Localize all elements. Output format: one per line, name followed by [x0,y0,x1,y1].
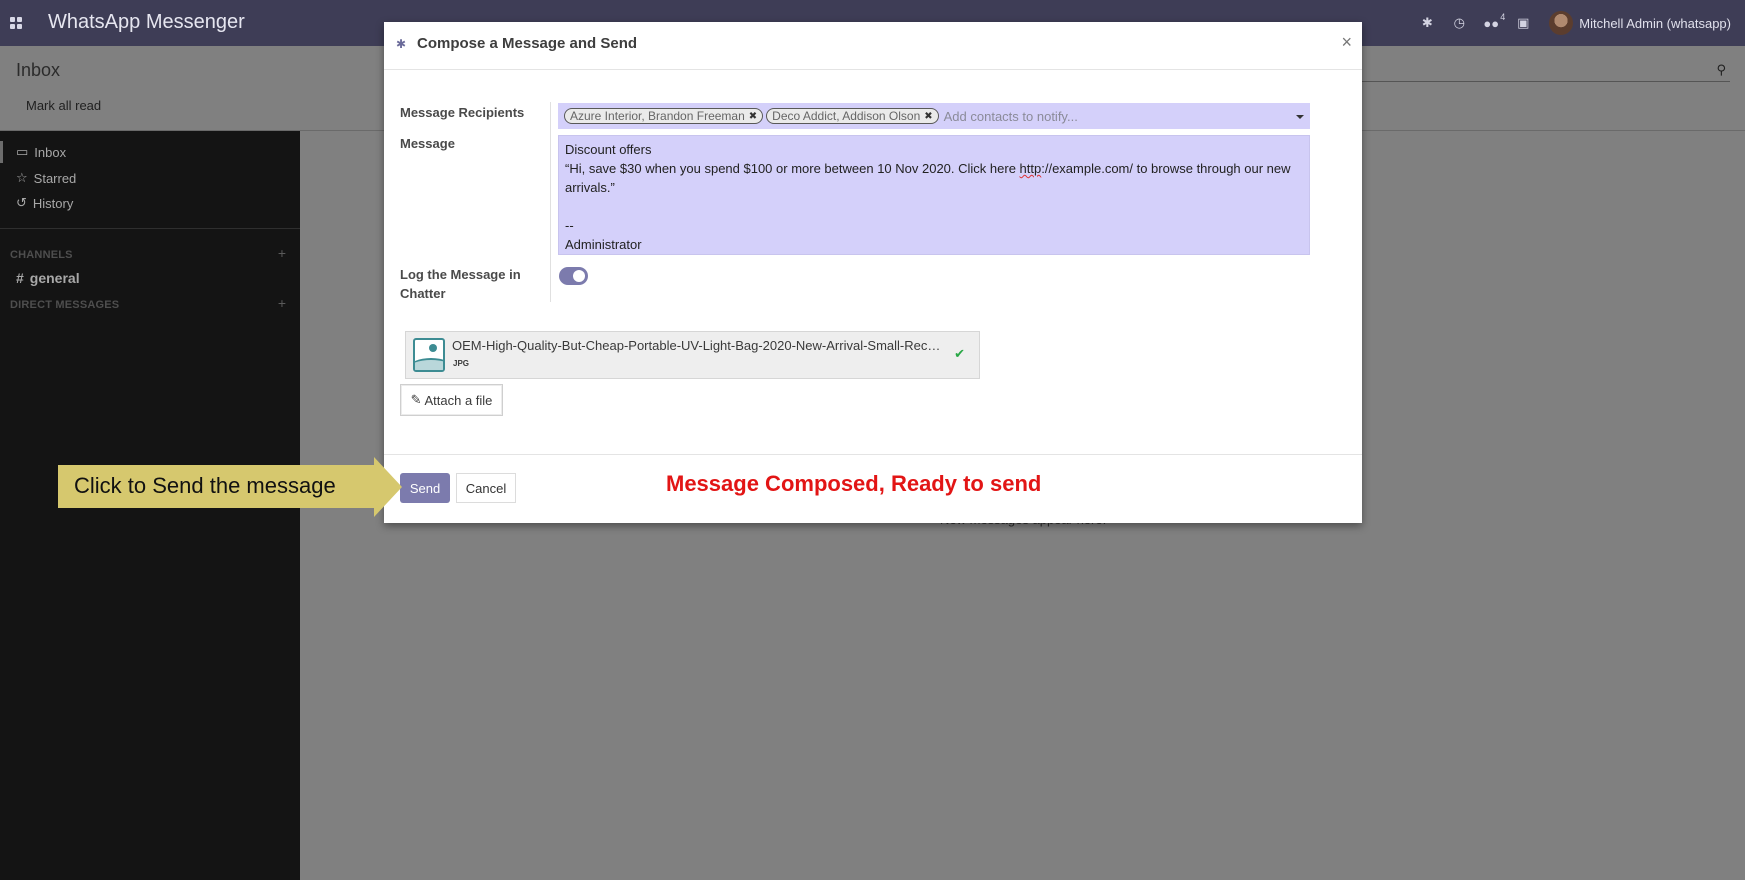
send-button[interactable]: Send [400,473,450,503]
check-icon: ✔ [954,346,965,361]
recipient-tag-label: Azure Interior, Brandon Freeman [570,109,745,123]
attachment-card[interactable]: OEM-High-Quality-But-Cheap-Portable-UV-L… [405,331,980,379]
message-line: Discount offers [565,142,652,157]
add-direct-message-icon[interactable]: + [278,295,286,311]
sidebar-item-inbox[interactable]: ▭ Inbox [0,141,66,163]
message-line: Administrator [565,237,642,252]
inbox-icon: ▭ [16,144,29,159]
remove-tag-icon[interactable]: ✖ [749,111,757,122]
message-line: “Hi, save $30 when you spend $100 or mor… [565,161,1291,176]
message-editor[interactable]: Discount offers “Hi, save $30 when you s… [558,135,1310,255]
recipients-field[interactable]: Azure Interior, Brandon Freeman ✖ Deco A… [558,103,1310,129]
callout-text: Click to Send the message [74,473,336,498]
sidebar-item-label: History [32,195,74,211]
dialog-footer: Send Cancel Message Composed, Ready to s… [384,454,1362,523]
chevron-down-icon[interactable] [1296,115,1304,119]
callout-arrow [374,457,402,517]
recipient-tag-label: Deco Addict, Addison Olson [772,109,921,123]
chat-icon[interactable]: ●● 4 [1475,0,1507,46]
message-line: arrivals.” [565,180,615,195]
channels-header: CHANNELS [10,249,73,261]
apps-menu-icon[interactable] [10,17,22,29]
channel-general[interactable]: # general [16,270,80,286]
dialog-title: Compose a Message and Send [417,35,638,52]
cancel-button[interactable]: Cancel [456,473,516,503]
close-icon[interactable]: × [1341,32,1352,53]
bug-icon: ✱ [396,37,407,51]
add-channel-icon[interactable]: + [278,245,286,261]
history-icon: ↺ [16,195,27,210]
attach-file-label: Attach a file [424,392,493,408]
message-label: Message [400,136,455,151]
page-title: Inbox [16,60,61,80]
tour-callout: Click to Send the message [58,465,376,508]
dialog-header: ✱ Compose a Message and Send × [384,22,1362,70]
message-line: -- [565,218,574,233]
sidebar-item-label: Inbox [34,144,67,160]
sidebar-divider [0,228,300,229]
sidebar-item-history[interactable]: ↺ History [0,192,73,214]
remove-tag-icon[interactable]: ✖ [924,111,932,122]
attachment-type: JPG [453,359,470,368]
hash-icon: # [16,270,24,286]
clock-icon[interactable]: ◷ [1443,0,1475,46]
systray: ✱ ◷ ●● 4 ▣ Mitchell Admin (whatsapp) [1411,0,1745,46]
paperclip-icon: ✎ [410,392,422,407]
recipient-tag[interactable]: Deco Addict, Addison Olson ✖ [766,108,939,124]
attach-file-button[interactable]: ✎ Attach a file [400,384,503,416]
chat-badge: 4 [1500,12,1506,22]
sidebar-item-label: Starred [33,170,77,186]
search-icon[interactable]: ⚲ [1716,62,1726,78]
mark-all-read-button[interactable]: Mark all read [26,98,101,113]
field-separator [550,102,551,302]
recipient-tag[interactable]: Azure Interior, Brandon Freeman ✖ [564,108,764,124]
search-input[interactable]: ⚲ [1355,58,1730,82]
direct-messages-header: DIRECT MESSAGES [10,299,120,311]
attachment-name: OEM-High-Quality-But-Cheap-Portable-UV-L… [452,338,941,353]
image-file-icon [413,338,445,372]
message-line [565,197,1303,216]
bug-icon[interactable]: ✱ [1411,0,1443,46]
sidebar-item-starred[interactable]: ☆ Starred [0,167,76,189]
gift-icon[interactable]: ▣ [1507,0,1539,46]
star-icon: ☆ [16,170,28,185]
recipients-input[interactable]: Add contacts to notify... [944,109,1078,124]
user-menu[interactable]: Mitchell Admin (whatsapp) [1539,0,1745,46]
avatar [1549,11,1574,35]
app-title[interactable]: WhatsApp Messenger [48,11,245,34]
log-chatter-label: Log the Message in Chatter [400,267,521,301]
user-name: Mitchell Admin (whatsapp) [1579,15,1731,31]
status-annotation: Message Composed, Ready to send [666,471,1042,496]
recipients-label: Message Recipients [400,105,525,120]
log-chatter-toggle[interactable] [559,267,588,285]
channel-label: general [29,270,80,286]
compose-dialog: ✱ Compose a Message and Send × Message R… [384,22,1362,523]
